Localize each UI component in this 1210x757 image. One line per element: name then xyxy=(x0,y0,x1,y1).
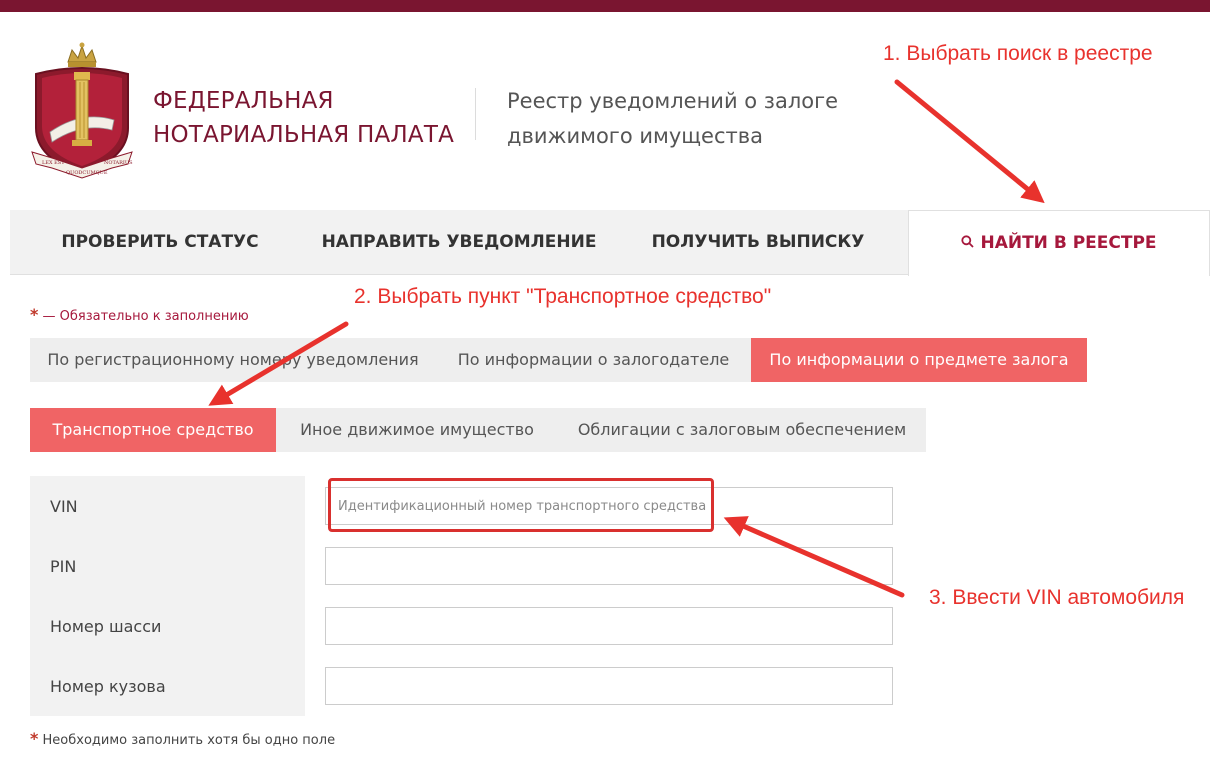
vin-label: VIN xyxy=(50,497,78,516)
arrow-to-find-in-registry xyxy=(894,79,1045,204)
org-name-line2: НОТАРИАЛЬНАЯ ПАЛАТА xyxy=(153,122,455,148)
chassis-number-label: Номер шасси xyxy=(50,617,162,636)
notary-chamber-logo: LEX EST NOTARIUS QUODCUMQUE xyxy=(31,42,133,179)
tab-vehicle-label: Транспортное средство xyxy=(52,420,254,439)
logo-motto-left: LEX EST xyxy=(42,160,65,166)
top-accent-bar xyxy=(0,0,1210,12)
nav-check-status-label: ПРОВЕРИТЬ СТАТУС xyxy=(61,232,259,252)
tab-other-movable-property[interactable]: Иное движимое имущество xyxy=(276,408,558,452)
tab-other-movable-property-label: Иное движимое имущество xyxy=(300,420,534,439)
bottom-note-star: * xyxy=(30,729,39,748)
registry-title: Реестр уведомлений о залоге движимого им… xyxy=(507,84,838,154)
tab-secured-bonds-label: Облигации с залоговым обеспечением xyxy=(577,420,907,439)
search-icon xyxy=(961,235,975,248)
annotation-step-3: 3. Ввести VIN автомобиля xyxy=(929,586,1185,609)
nav-get-extract[interactable]: ПОЛУЧИТЬ ВЫПИСКУ xyxy=(608,210,908,274)
bottom-note: * Необходимо заполнить хотя бы одно поле xyxy=(30,729,335,748)
nav-find-in-registry[interactable]: НАЙТИ В РЕЕСТРЕ xyxy=(908,210,1210,276)
nav-check-status[interactable]: ПРОВЕРИТЬ СТАТУС xyxy=(10,210,310,274)
annotation-step-1: 1. Выбрать поиск в реестре xyxy=(883,42,1153,65)
nav-send-notification[interactable]: НАПРАВИТЬ УВЕДОМЛЕНИЕ xyxy=(310,210,608,274)
nav-send-notification-label: НАПРАВИТЬ УВЕДОМЛЕНИЕ xyxy=(321,232,597,252)
logo-motto-bottom: QUODCUMQUE xyxy=(66,170,108,176)
body-number-label: Номер кузова xyxy=(50,677,166,696)
nav-get-extract-label: ПОЛУЧИТЬ ВЫПИСКУ xyxy=(651,232,865,252)
org-name: ФЕДЕРАЛЬНАЯ НОТАРИАЛЬНАЯ ПАЛАТА xyxy=(153,84,454,152)
org-name-line1: ФЕДЕРАЛЬНАЯ xyxy=(153,88,334,114)
required-note: * — Обязательно к заполнению xyxy=(30,305,249,324)
tab-by-pledgor-info[interactable]: По информации о залогодателе xyxy=(436,338,751,382)
vin-input[interactable] xyxy=(325,487,893,525)
pin-input[interactable] xyxy=(325,547,893,585)
tab-vehicle[interactable]: Транспортное средство xyxy=(30,408,276,452)
bottom-note-text: Необходимо заполнить хотя бы одно поле xyxy=(42,733,336,748)
required-star: * xyxy=(30,305,39,324)
header-divider xyxy=(475,88,476,140)
crown-icon xyxy=(67,42,97,67)
tab-by-pledge-subject-info-label: По информации о предмете залога xyxy=(769,350,1069,369)
annotation-step-2: 2. Выбрать пункт "Транспортное средство" xyxy=(354,285,772,308)
body-number-input[interactable] xyxy=(325,667,893,705)
main-nav: ПРОВЕРИТЬ СТАТУС НАПРАВИТЬ УВЕДОМЛЕНИЕ П… xyxy=(10,210,1210,276)
tab-by-registration-number[interactable]: По регистрационному номеру уведомления xyxy=(30,338,436,382)
required-note-text: — Обязательно к заполнению xyxy=(42,309,249,324)
tab-secured-bonds[interactable]: Облигации с залоговым обеспечением xyxy=(558,408,926,452)
registry-title-line2: движимого имущества xyxy=(507,124,763,148)
registry-title-line1: Реестр уведомлений о залоге xyxy=(507,89,839,113)
tab-by-pledge-subject-info[interactable]: По информации о предмете залога xyxy=(751,338,1087,382)
chassis-number-input[interactable] xyxy=(325,607,893,645)
logo-motto-right: NOTARIUS xyxy=(104,160,133,166)
search-type-tabs: По регистрационному номеру уведомления П… xyxy=(30,338,1087,382)
form-labels-panel: VIN PIN Номер шасси Номер кузова xyxy=(30,476,305,716)
tab-by-pledgor-info-label: По информации о залогодателе xyxy=(457,350,730,369)
pin-label: PIN xyxy=(50,557,77,576)
pledge-subject-tabs: Транспортное средство Иное движимое имущ… xyxy=(30,408,926,452)
nav-find-in-registry-label: НАЙТИ В РЕЕСТРЕ xyxy=(980,233,1157,253)
tab-by-registration-number-label: По регистрационному номеру уведомления xyxy=(47,350,419,369)
